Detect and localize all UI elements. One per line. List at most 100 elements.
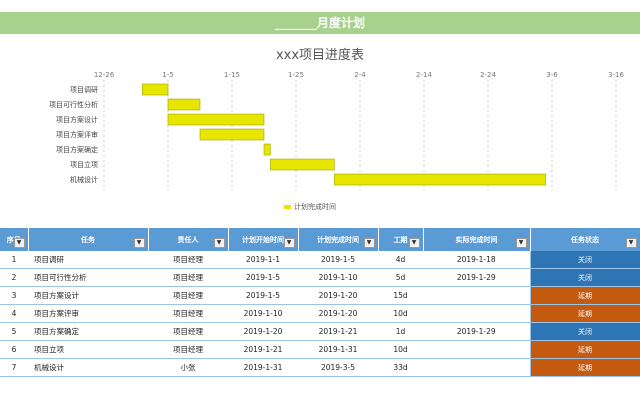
cell-end: 2019-1-20: [298, 304, 378, 323]
cell-end: 2019-3-5: [298, 358, 378, 377]
cell-actual: 2019-1-18: [423, 251, 530, 269]
cell-task: 机械设计: [28, 358, 148, 377]
x-tick-label: 1-25: [288, 71, 304, 79]
cell-actual: 2019-1-29: [423, 322, 530, 341]
x-tick-label: 2-24: [480, 71, 496, 79]
cell-owner: 小张: [148, 358, 228, 377]
cell-duration: 5d: [378, 268, 423, 287]
category-label: 项目立项: [70, 160, 98, 169]
x-tick-label: 1-5: [162, 71, 173, 79]
filter-dropdown-icon[interactable]: ▼: [363, 238, 375, 248]
cell-no: 5: [0, 322, 28, 341]
cell-duration: 33d: [378, 358, 423, 377]
cell-duration: 1d: [378, 322, 423, 341]
cell-task: 项目方案评审: [28, 304, 148, 323]
cell-duration: 4d: [378, 251, 423, 269]
gantt-chart: 12-26 1-5 1-15 1-25 2-4 2-14 2-24 3-6 3-16 项目调研项目…: [49, 71, 624, 211]
table-row[interactable]: 3 项目方案设计 项目经理 2019-1-5 2019-1-20 15d 延期: [0, 286, 640, 305]
cell-status: 关闭: [529, 268, 640, 287]
cell-no: 2: [0, 268, 28, 287]
task-table: 序号▼任务▼责任人▼计划开始时间▼计划完成时间▼工期▼实际完成时间▼任务状态▼ …: [0, 228, 640, 377]
category-label: 机械设计: [70, 175, 98, 184]
gantt-bar: [199, 128, 265, 141]
cell-owner: 项目经理: [148, 340, 228, 359]
cell-actual: [423, 340, 530, 359]
cell-start: 2019-1-10: [228, 304, 298, 323]
table-row[interactable]: 7 机械设计 小张 2019-1-31 2019-3-5 33d 延期: [0, 358, 640, 377]
page-banner: _______月度计划: [0, 12, 640, 34]
header-end: 计划完成时间 ▼: [298, 228, 379, 251]
cell-status: 延期: [529, 304, 640, 323]
cell-duration: 10d: [378, 304, 423, 323]
cell-start: 2019-1-20: [228, 322, 298, 341]
cell-actual: [423, 358, 530, 377]
category-label: 项目可行性分析: [49, 100, 98, 109]
filter-dropdown-icon[interactable]: ▼: [13, 238, 25, 248]
cell-task: 项目调研: [28, 251, 148, 269]
cell-no: 4: [0, 304, 28, 323]
cell-task: 项目方案确定: [28, 322, 148, 341]
gantt-bar: [167, 113, 265, 126]
filter-dropdown-icon[interactable]: ▼: [283, 238, 295, 248]
x-tick-label: 12-26: [94, 71, 115, 79]
cell-status: 延期: [529, 286, 640, 305]
x-tick-label: 3-16: [608, 71, 624, 79]
cell-no: 1: [0, 251, 28, 269]
category-label: 项目方案评审: [56, 130, 98, 139]
category-label: 项目调研: [70, 85, 98, 94]
header-task: 任务 ▼: [28, 228, 149, 251]
cell-end: 2019-1-21: [298, 322, 378, 341]
legend-label: 计划完成时间: [294, 202, 336, 211]
cell-end: 2019-1-31: [298, 340, 378, 359]
cell-duration: 10d: [378, 340, 423, 359]
cell-status: 延期: [529, 358, 640, 377]
table-body: 1 项目调研 项目经理 2019-1-1 2019-1-5 4d 2019-1-18 关闭 2 项…: [0, 251, 640, 377]
cell-start: 2019-1-21: [228, 340, 298, 359]
category-label: 项目方案设计: [56, 115, 98, 124]
cell-actual: [423, 286, 530, 305]
header-actual: 实际完成时间 ▼: [423, 228, 531, 251]
cell-start: 2019-1-5: [228, 268, 298, 287]
gantt-bar: [270, 158, 335, 171]
cell-start: 2019-1-1: [228, 251, 298, 269]
cell-start: 2019-1-5: [228, 286, 298, 305]
filter-dropdown-icon[interactable]: ▼: [133, 238, 145, 248]
cell-start: 2019-1-31: [228, 358, 298, 377]
cell-end: 2019-1-10: [298, 268, 378, 287]
cell-no: 3: [0, 286, 28, 305]
cell-actual: 2019-1-29: [423, 268, 530, 287]
table-header-row: 序号▼任务▼责任人▼计划开始时间▼计划完成时间▼工期▼实际完成时间▼任务状态▼: [0, 228, 640, 251]
table-row[interactable]: 2 项目可行性分析 项目经理 2019-1-5 2019-1-10 5d 2019-1-29…: [0, 268, 640, 287]
cell-no: 7: [0, 358, 28, 377]
cell-task: 项目立项: [28, 340, 148, 359]
cell-status: 关闭: [529, 322, 640, 341]
cell-task: 项目可行性分析: [28, 268, 148, 287]
filter-dropdown-icon[interactable]: ▼: [625, 238, 637, 248]
filter-dropdown-icon[interactable]: ▼: [213, 238, 225, 248]
table-row[interactable]: 4 项目方案评审 项目经理 2019-1-10 2019-1-20 10d 延期: [0, 304, 640, 323]
header-start: 计划开始时间 ▼: [228, 228, 299, 251]
gantt-bar: [167, 98, 201, 111]
gantt-bar: [142, 83, 169, 96]
cell-status: 延期: [529, 340, 640, 359]
table-row[interactable]: 5 项目方案确定 项目经理 2019-1-20 2019-1-21 1d 2019-1-29…: [0, 322, 640, 341]
cell-actual: [423, 304, 530, 323]
header-label: 实际完成时间: [455, 235, 498, 244]
cell-end: 2019-1-5: [298, 251, 378, 269]
filter-dropdown-icon[interactable]: ▼: [515, 238, 527, 248]
table-row[interactable]: 6 项目立项 项目经理 2019-1-21 2019-1-31 10d 延期: [0, 340, 640, 359]
cell-task: 项目方案设计: [28, 286, 148, 305]
cell-status: 关闭: [529, 251, 640, 269]
legend-swatch: [284, 205, 291, 209]
category-label: 项目方案确定: [56, 145, 98, 154]
header-owner: 责任人 ▼: [148, 228, 229, 251]
x-tick-label: 1-15: [224, 71, 240, 79]
table-row[interactable]: 1 项目调研 项目经理 2019-1-1 2019-1-5 4d 2019-1-18 关闭: [0, 251, 640, 269]
gantt-bar: [334, 173, 546, 186]
x-tick-label: 2-14: [416, 71, 432, 79]
filter-dropdown-icon[interactable]: ▼: [408, 238, 420, 248]
cell-owner: 项目经理: [148, 286, 228, 305]
header-status: 任务状态 ▼: [530, 228, 640, 251]
cell-owner: 项目经理: [148, 322, 228, 341]
cell-owner: 项目经理: [148, 268, 228, 287]
